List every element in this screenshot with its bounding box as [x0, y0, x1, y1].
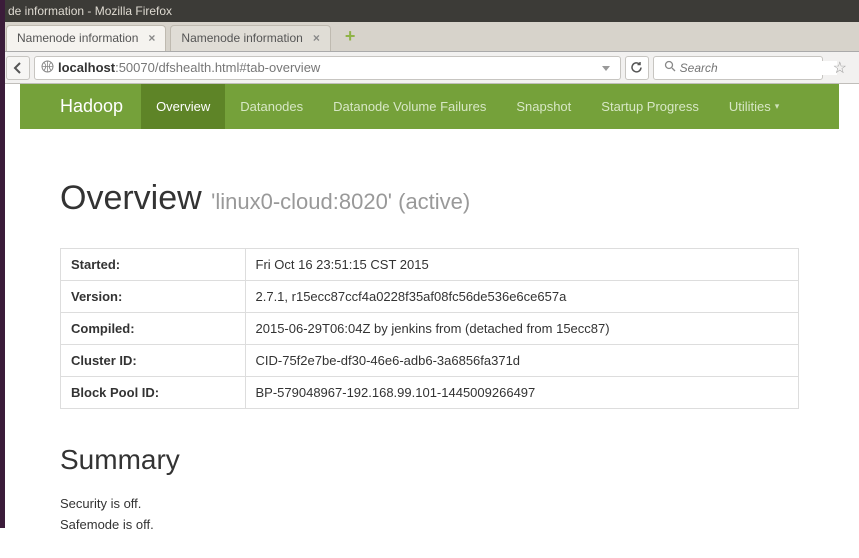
reload-button[interactable]: [625, 56, 649, 80]
row-key: Version:: [61, 281, 246, 313]
main-area: Overview 'linux0-cloud:8020' (active) St…: [0, 129, 859, 558]
row-key: Cluster ID:: [61, 345, 246, 377]
close-icon[interactable]: ×: [148, 31, 155, 45]
table-row: Block Pool ID: BP-579048967-192.168.99.1…: [61, 377, 799, 409]
row-key: Compiled:: [61, 313, 246, 345]
window-title: de information - Mozilla Firefox: [8, 4, 172, 18]
row-value: BP-579048967-192.168.99.101-144500926649…: [245, 377, 799, 409]
table-row: Compiled: 2015-06-29T06:04Z by jenkins f…: [61, 313, 799, 345]
row-value: 2015-06-29T06:04Z by jenkins from (detac…: [245, 313, 799, 345]
row-value: 2.7.1, r15ecc87ccf4a0228f35af08fc56de536…: [245, 281, 799, 313]
table-row: Version: 2.7.1, r15ecc87ccf4a0228f35af08…: [61, 281, 799, 313]
row-key: Started:: [61, 249, 246, 281]
summary-heading: Summary: [60, 444, 799, 476]
url-path: :50070/dfshealth.html#tab-overview: [115, 60, 320, 75]
summary-line: Security is off.: [60, 496, 799, 511]
page-title: Overview 'linux0-cloud:8020' (active): [60, 179, 799, 218]
nav-utilities[interactable]: Utilities ▾: [714, 84, 794, 129]
browser-tab-1[interactable]: Namenode information ×: [6, 25, 166, 51]
overview-heading: Overview: [60, 179, 202, 217]
hadoop-brand[interactable]: Hadoop: [60, 84, 141, 129]
url-host: localhost: [58, 60, 115, 75]
reload-icon: [630, 61, 643, 74]
row-value: Fri Oct 16 23:51:15 CST 2015: [245, 249, 799, 281]
table-row: Started: Fri Oct 16 23:51:15 CST 2015: [61, 249, 799, 281]
nav-overview[interactable]: Overview: [141, 84, 225, 129]
search-box[interactable]: [653, 56, 823, 80]
launcher-sliver: [0, 0, 5, 528]
globe-icon: [41, 60, 54, 76]
browser-tab-2[interactable]: Namenode information ×: [170, 25, 330, 51]
bookmark-star-icon[interactable]: ☆: [827, 58, 853, 78]
nav-bar: localhost:50070/dfshealth.html#tab-overv…: [0, 52, 859, 84]
url-text: localhost:50070/dfshealth.html#tab-overv…: [58, 60, 594, 75]
search-icon: [660, 60, 680, 75]
nav-datanodes[interactable]: Datanodes: [225, 84, 318, 129]
new-tab-button[interactable]: +: [339, 26, 362, 47]
tab-label: Namenode information: [181, 31, 302, 45]
search-input[interactable]: [680, 61, 837, 75]
tab-label: Namenode information: [17, 31, 138, 45]
nav-datanode-volume-failures[interactable]: Datanode Volume Failures: [318, 84, 501, 129]
close-icon[interactable]: ×: [313, 31, 320, 45]
dropdown-icon[interactable]: [598, 61, 614, 75]
arrow-left-icon: [12, 62, 24, 74]
back-button[interactable]: [6, 56, 30, 80]
page-content: Hadoop Overview Datanodes Datanode Volum…: [0, 84, 859, 558]
summary-line: Safemode is off.: [60, 517, 799, 532]
os-titlebar: de information - Mozilla Firefox: [0, 0, 859, 22]
chevron-down-icon: ▾: [775, 101, 780, 112]
table-row: Cluster ID: CID-75f2e7be-df30-46e6-adb6-…: [61, 345, 799, 377]
overview-table: Started: Fri Oct 16 23:51:15 CST 2015 Ve…: [60, 248, 799, 409]
row-value: CID-75f2e7be-df30-46e6-adb6-3a6856fa371d: [245, 345, 799, 377]
overview-subheading: 'linux0-cloud:8020' (active): [211, 189, 470, 214]
tab-strip: Namenode information × Namenode informat…: [0, 22, 859, 52]
row-key: Block Pool ID:: [61, 377, 246, 409]
hadoop-navbar: Hadoop Overview Datanodes Datanode Volum…: [20, 84, 839, 129]
url-bar[interactable]: localhost:50070/dfshealth.html#tab-overv…: [34, 56, 621, 80]
nav-startup-progress[interactable]: Startup Progress: [586, 84, 714, 129]
nav-snapshot[interactable]: Snapshot: [501, 84, 586, 129]
